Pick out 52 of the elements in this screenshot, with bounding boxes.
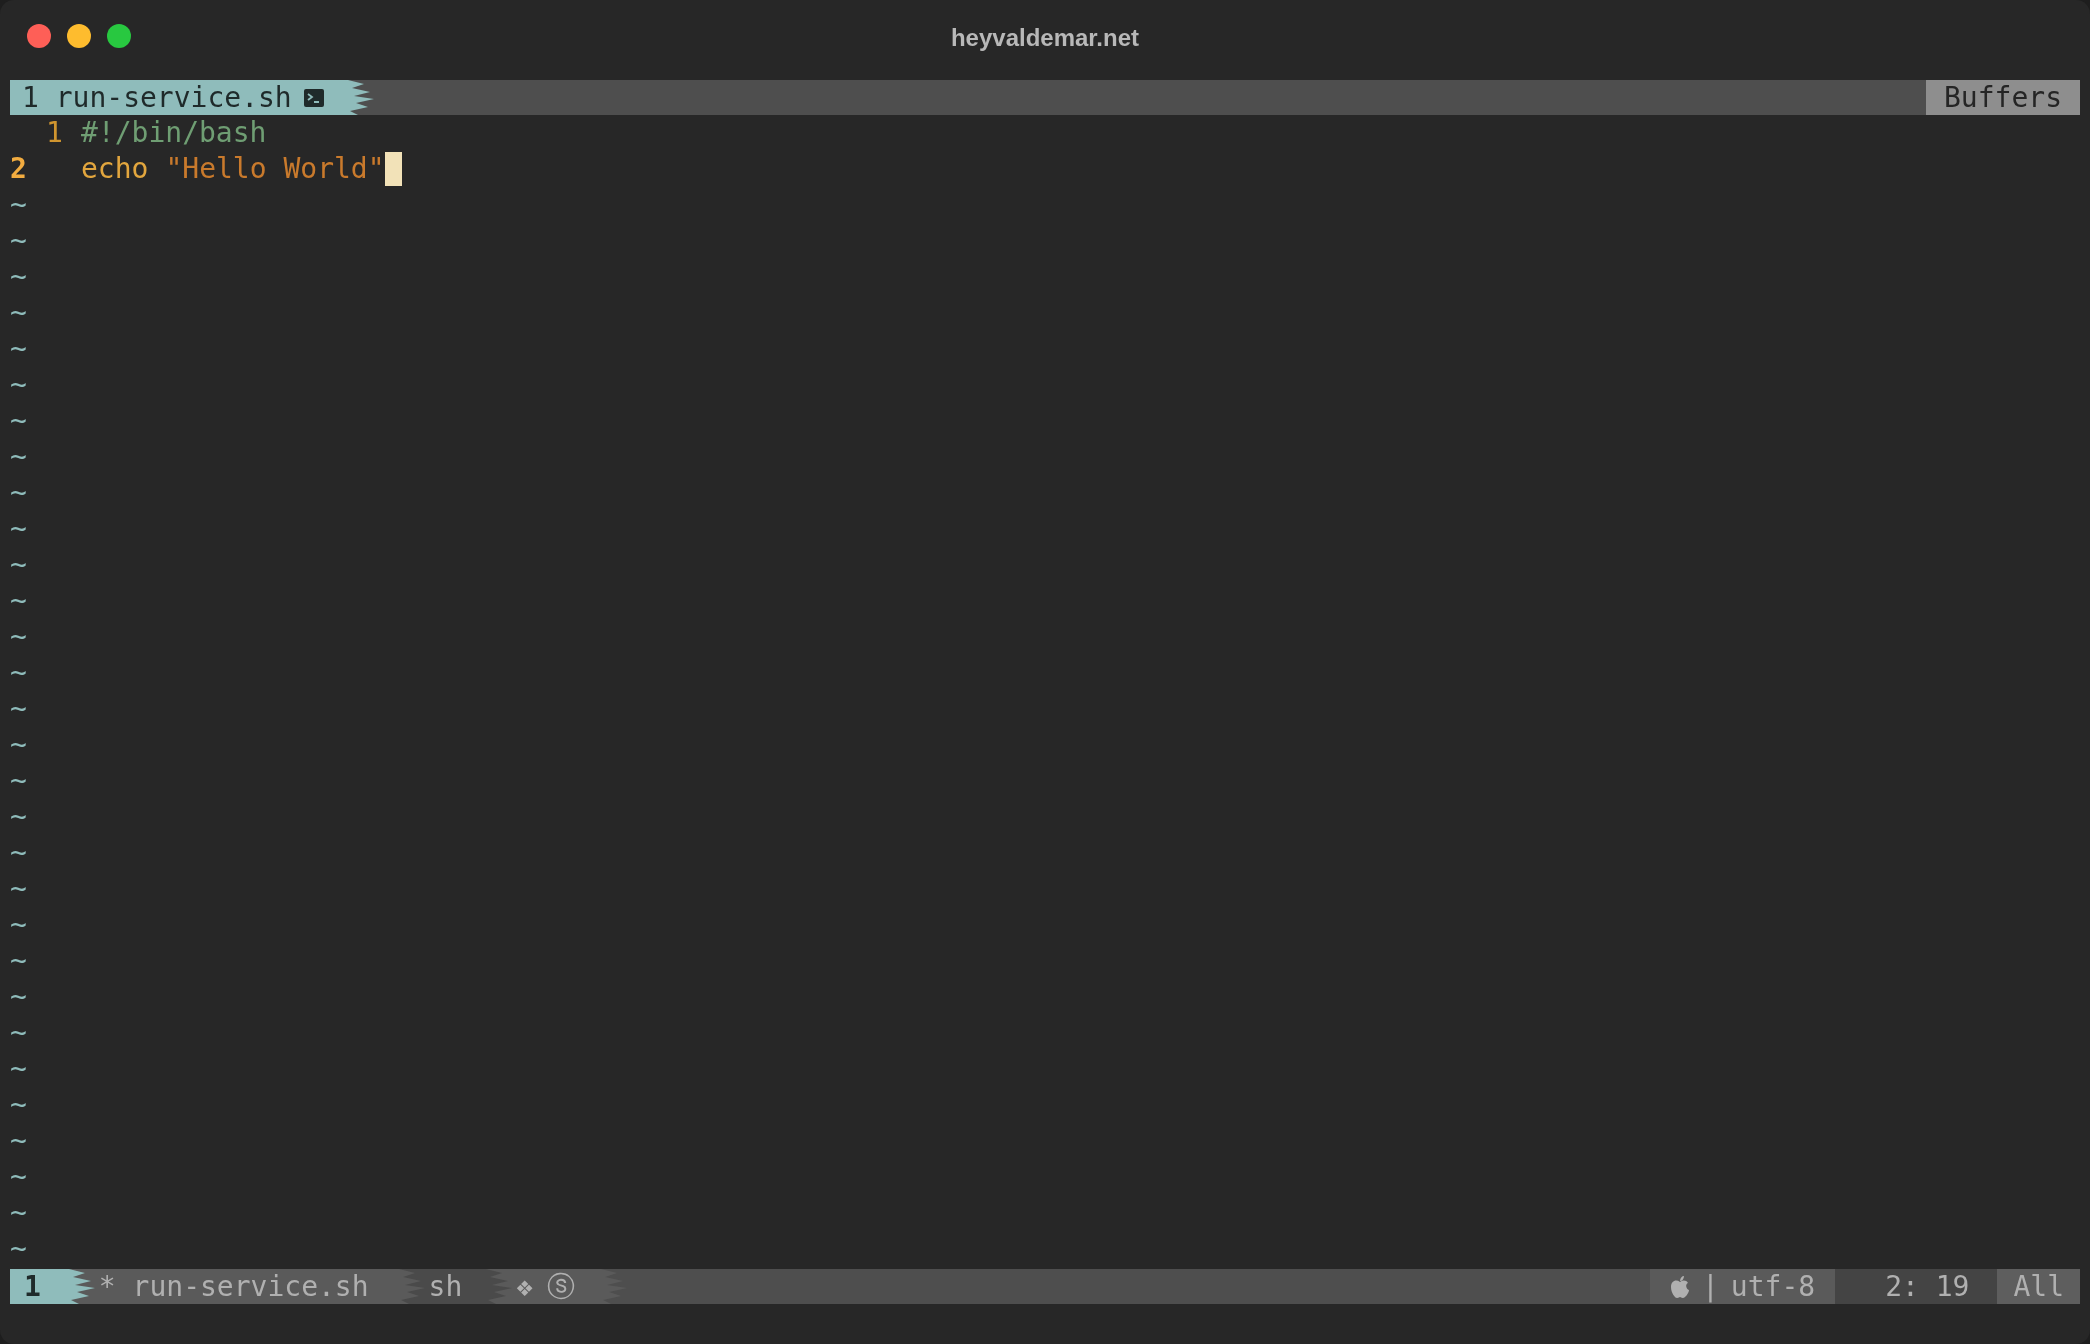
code-line: echo "Hello World" — [81, 151, 385, 187]
apple-icon — [1669, 1274, 1690, 1299]
empty-line-tilde: ~ — [10, 979, 27, 1015]
empty-line-tilde: ~ — [10, 655, 27, 691]
status-symbol: ❖ — [516, 1268, 534, 1305]
empty-line-tilde: ~ — [10, 475, 27, 511]
empty-line-tilde: ~ — [10, 1231, 27, 1267]
empty-line-tilde: ~ — [10, 1051, 27, 1087]
empty-line-tilde: ~ — [10, 1087, 27, 1123]
file-type: sh — [428, 1269, 473, 1304]
empty-line-tilde: ~ — [10, 691, 27, 727]
empty-line-tilde: ~ — [10, 1159, 27, 1195]
empty-line-tilde: ~ — [10, 511, 27, 547]
empty-line-tilde: ~ — [10, 835, 27, 871]
empty-line-tilde: ~ — [10, 367, 27, 403]
cursor — [384, 152, 402, 186]
empty-line-tilde: ~ — [10, 223, 27, 259]
empty-line-tilde: ~ — [10, 547, 27, 583]
line-number: 1 — [45, 115, 64, 151]
buffer-tab[interactable]: 1 run-service.sh — [10, 80, 334, 115]
status-symbol: ⓢ — [547, 1268, 576, 1305]
buffers-label: Buffers — [1926, 80, 2080, 115]
empty-line-tilde: ~ — [10, 259, 27, 295]
mode-indicator: 1 — [10, 1269, 55, 1304]
code-line: #!/bin/bash — [81, 115, 267, 151]
empty-line-tilde: ~ — [10, 1015, 27, 1051]
empty-line-tilde: ~ — [10, 619, 27, 655]
separator-label: | — [1701, 1268, 1719, 1305]
close-button[interactable] — [27, 24, 51, 48]
empty-line-tilde: ~ — [10, 439, 27, 475]
empty-line-tilde: ~ — [10, 583, 27, 619]
empty-line-tilde: ~ — [10, 1195, 27, 1231]
empty-line-tilde: ~ — [10, 295, 27, 331]
maximize-button[interactable] — [107, 24, 131, 48]
cursor-position: 2: 19 — [1835, 1269, 1998, 1304]
empty-line-tilde: ~ — [10, 727, 27, 763]
empty-line-tilde: ~ — [10, 907, 27, 943]
empty-line-tilde: ~ — [10, 799, 27, 835]
minimize-button[interactable] — [67, 24, 91, 48]
empty-line-tilde: ~ — [10, 943, 27, 979]
empty-line-tilde: ~ — [10, 403, 27, 439]
encoding: utf-8 — [1730, 1268, 1816, 1305]
scroll-position: All — [1997, 1269, 2080, 1304]
file-name: * run-service.sh — [98, 1269, 385, 1304]
line-number: 2 — [10, 151, 28, 187]
terminal-icon — [303, 88, 324, 107]
empty-line-tilde: ~ — [10, 1123, 27, 1159]
empty-line-tilde: ~ — [10, 763, 27, 799]
empty-line-tilde: ~ — [10, 871, 27, 907]
window-title: heyvaldemar.net — [950, 23, 1140, 53]
empty-line-tilde: ~ — [10, 187, 27, 223]
empty-line-tilde: ~ — [10, 331, 27, 367]
